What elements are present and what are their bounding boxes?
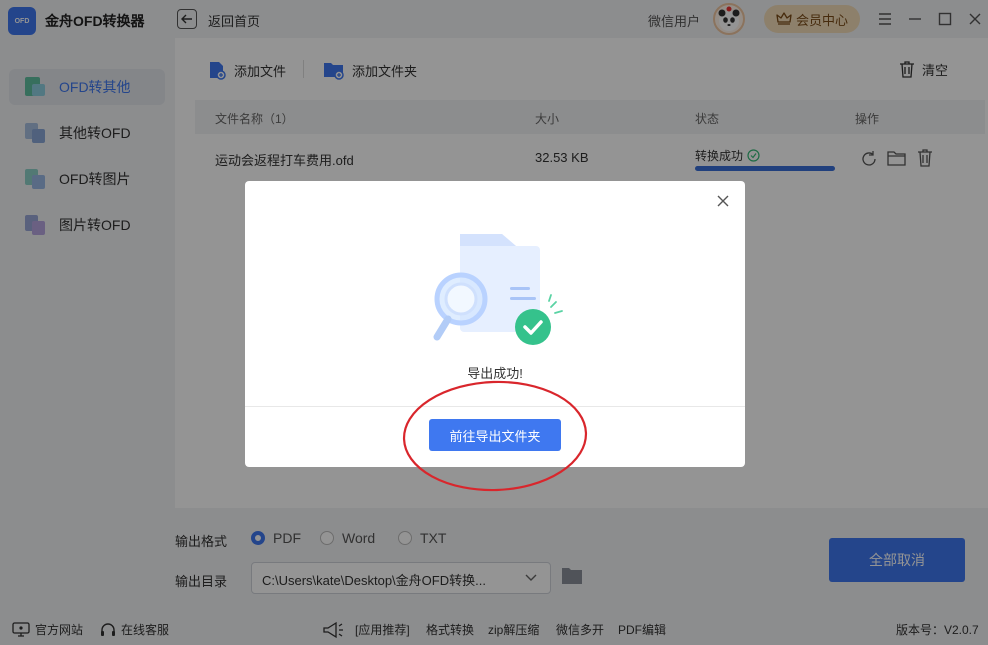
success-illustration-icon (433, 234, 563, 345)
annotation-ellipse (402, 380, 588, 492)
close-icon[interactable] (713, 191, 733, 211)
